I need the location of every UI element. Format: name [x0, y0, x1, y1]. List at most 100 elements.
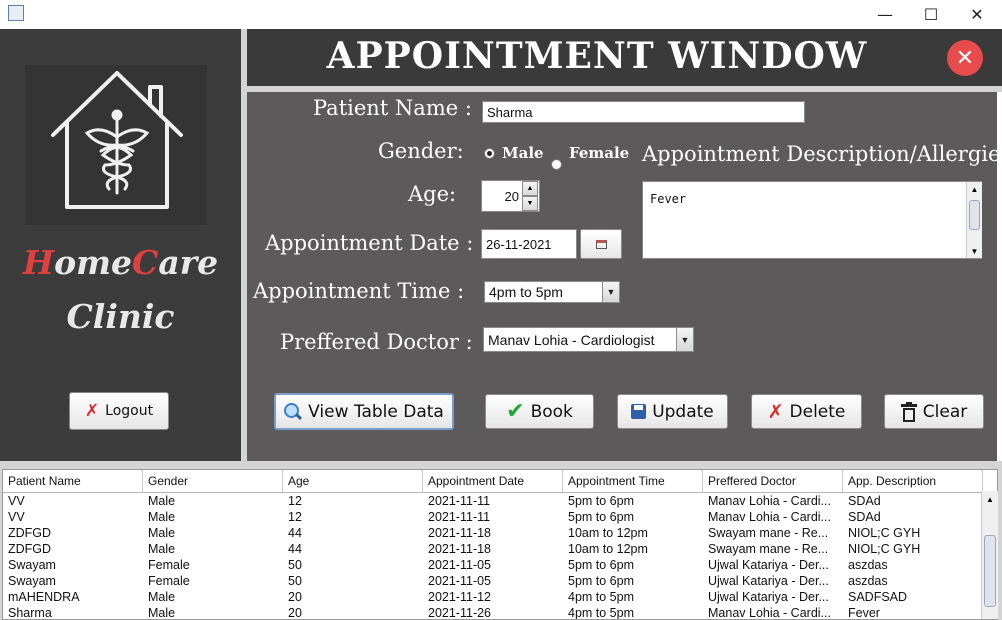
patient-name-input[interactable]: Sharma — [482, 101, 805, 123]
table-cell: Swayam mane - Re... — [708, 542, 829, 556]
preferred-doctor-select[interactable]: Manav Lohia - Cardiologist ▼ — [483, 327, 694, 352]
table-cell: 4pm to 5pm — [568, 590, 635, 604]
header: APPOINTMENT WINDOW ✕ — [247, 29, 1002, 86]
gender-female-label: Female — [569, 144, 630, 162]
table-row[interactable]: ZDFGD Male 44 2021-11-18 10am to 12pm Swayam … — [3, 541, 997, 557]
sidebar: HomeCare Clinic ✗ Logout — [0, 29, 241, 461]
close-icon[interactable]: ✕ — [947, 40, 983, 76]
table-cell: 2021-11-18 — [428, 542, 492, 556]
table-cell: 44 — [288, 526, 302, 540]
table-cell: 2021-11-05 — [428, 558, 492, 572]
table-cell: 50 — [288, 558, 302, 572]
house-caduceus-icon — [51, 71, 183, 209]
table-scrollbar[interactable]: ▲ — [981, 491, 998, 619]
column-header[interactable]: App. Description — [843, 470, 983, 492]
table-cell: 5pm to 6pm — [568, 558, 635, 572]
table-row[interactable]: Sharma Male 20 2021-11-26 4pm to 5pm Manav Lo… — [3, 605, 997, 620]
scroll-up-icon[interactable]: ▲ — [982, 491, 998, 507]
appointments-table[interactable]: Patient Name Gender Age Appointment Date… — [2, 469, 998, 620]
table-cell: mAHENDRA — [8, 590, 80, 604]
table-cell: SDAd — [848, 510, 881, 524]
delete-button[interactable]: ✗ Delete — [751, 394, 862, 429]
table-cell: 44 — [288, 542, 302, 556]
scroll-down-icon[interactable]: ▼ — [967, 244, 982, 258]
table-cell: Sharma — [8, 606, 52, 620]
table-row[interactable]: VV Male 12 2021-11-11 5pm to 6pm Manav Lohia … — [3, 509, 997, 525]
check-icon: ✔ — [506, 399, 525, 424]
table-cell: aszdas — [848, 558, 888, 572]
table-cell: ZDFGD — [8, 542, 52, 556]
table-row[interactable]: Swayam Female 50 2021-11-05 5pm to 6pm Ujwal … — [3, 573, 997, 589]
table-cell: Manav Lohia - Cardi... — [708, 606, 831, 620]
table-cell: 5pm to 6pm — [568, 494, 635, 508]
x-mark-icon: ✗ — [767, 400, 784, 423]
java-app-icon — [8, 5, 24, 21]
floppy-disk-icon — [631, 404, 647, 419]
appointment-date-label: Appointment Date : — [265, 231, 474, 255]
scroll-thumb[interactable] — [984, 535, 996, 607]
column-header[interactable]: Patient Name — [3, 470, 143, 492]
minimize-button[interactable]: — — [862, 0, 908, 28]
table-cell: 12 — [288, 494, 302, 508]
logout-button[interactable]: ✗ Logout — [69, 392, 169, 430]
gender-label: Gender: — [378, 139, 464, 163]
window-close-button[interactable]: ✕ — [954, 0, 1000, 28]
column-header[interactable]: Gender — [143, 470, 283, 492]
table-row[interactable]: mAHENDRA Male 20 2021-11-12 4pm to 5pm Ujwal … — [3, 589, 997, 605]
age-label: Age: — [408, 182, 457, 206]
table-cell: ZDFGD — [8, 526, 52, 540]
table-row[interactable]: VV Male 12 2021-11-11 5pm to 6pm Manav Lohia … — [3, 493, 997, 509]
maximize-button[interactable]: ☐ — [908, 0, 954, 28]
clear-button[interactable]: Clear — [884, 394, 984, 429]
column-header[interactable]: Age — [283, 470, 423, 492]
scroll-up-icon[interactable]: ▲ — [967, 182, 982, 196]
table-body: VV Male 12 2021-11-11 5pm to 6pm Manav Lohia … — [3, 493, 997, 620]
table-cell: Fever — [848, 606, 880, 620]
appointment-date-input[interactable]: 26-11-2021 — [481, 229, 577, 259]
table-cell: Female — [148, 558, 190, 572]
clinic-logo — [25, 65, 207, 225]
table-cell: 10am to 12pm — [568, 526, 648, 540]
description-scrollbar[interactable]: ▲ ▼ — [966, 182, 982, 258]
appointment-time-select[interactable]: 4pm to 5pm ▼ — [484, 281, 620, 303]
gender-male-radio[interactable] — [484, 148, 495, 159]
table-cell: SDAd — [848, 494, 881, 508]
trash-icon — [900, 401, 917, 422]
table-cell: Ujwal Katariya - Der... — [708, 558, 829, 572]
update-button[interactable]: Update — [617, 394, 728, 429]
view-table-data-button[interactable]: View Table Data — [274, 393, 454, 430]
table-cell: 50 — [288, 574, 302, 588]
calendar-button[interactable] — [580, 229, 622, 259]
table-row[interactable]: ZDFGD Male 44 2021-11-18 10am to 12pm Swayam … — [3, 525, 997, 541]
column-header[interactable]: Appointment Time — [563, 470, 703, 492]
spinner-up-icon[interactable]: ▲ — [522, 181, 538, 196]
table-header: Patient Name Gender Age Appointment Date… — [3, 470, 997, 493]
description-label: Appointment Description/Allergies: — [642, 142, 1002, 166]
description-textarea[interactable]: Fever — [642, 181, 982, 259]
table-cell: 2021-11-11 — [428, 510, 491, 524]
table-cell: 2021-11-12 — [428, 590, 492, 604]
table-cell: Manav Lohia - Cardi... — [708, 494, 831, 508]
book-button[interactable]: ✔ Book — [485, 394, 594, 429]
table-cell: NIOL;C GYH — [848, 542, 921, 556]
magnifier-icon — [284, 402, 303, 421]
table-row[interactable]: Swayam Female 50 2021-11-05 5pm to 6pm Ujwal … — [3, 557, 997, 573]
table-cell: aszdas — [848, 574, 888, 588]
gender-male-label: Male — [502, 144, 544, 162]
table-cell: 20 — [288, 590, 302, 604]
table-cell: 2021-11-26 — [428, 606, 492, 620]
spinner-down-icon[interactable]: ▼ — [522, 196, 538, 211]
table-cell: Manav Lohia - Cardi... — [708, 510, 831, 524]
column-header[interactable]: Preffered Doctor — [703, 470, 843, 492]
chevron-down-icon: ▼ — [676, 328, 693, 351]
brand-name-line1: HomeCare — [22, 243, 219, 282]
table-cell: NIOL;C GYH — [848, 526, 921, 540]
table-cell: 5pm to 6pm — [568, 574, 635, 588]
gender-female-radio[interactable] — [551, 159, 562, 170]
scroll-thumb[interactable] — [969, 200, 980, 230]
column-header[interactable]: Appointment Date — [423, 470, 563, 492]
table-cell: 20 — [288, 606, 302, 620]
appointment-form: Patient Name : Sharma Gender: Male Femal… — [247, 92, 1002, 461]
table-cell: VV — [8, 494, 25, 508]
x-mark-icon: ✗ — [84, 401, 100, 421]
